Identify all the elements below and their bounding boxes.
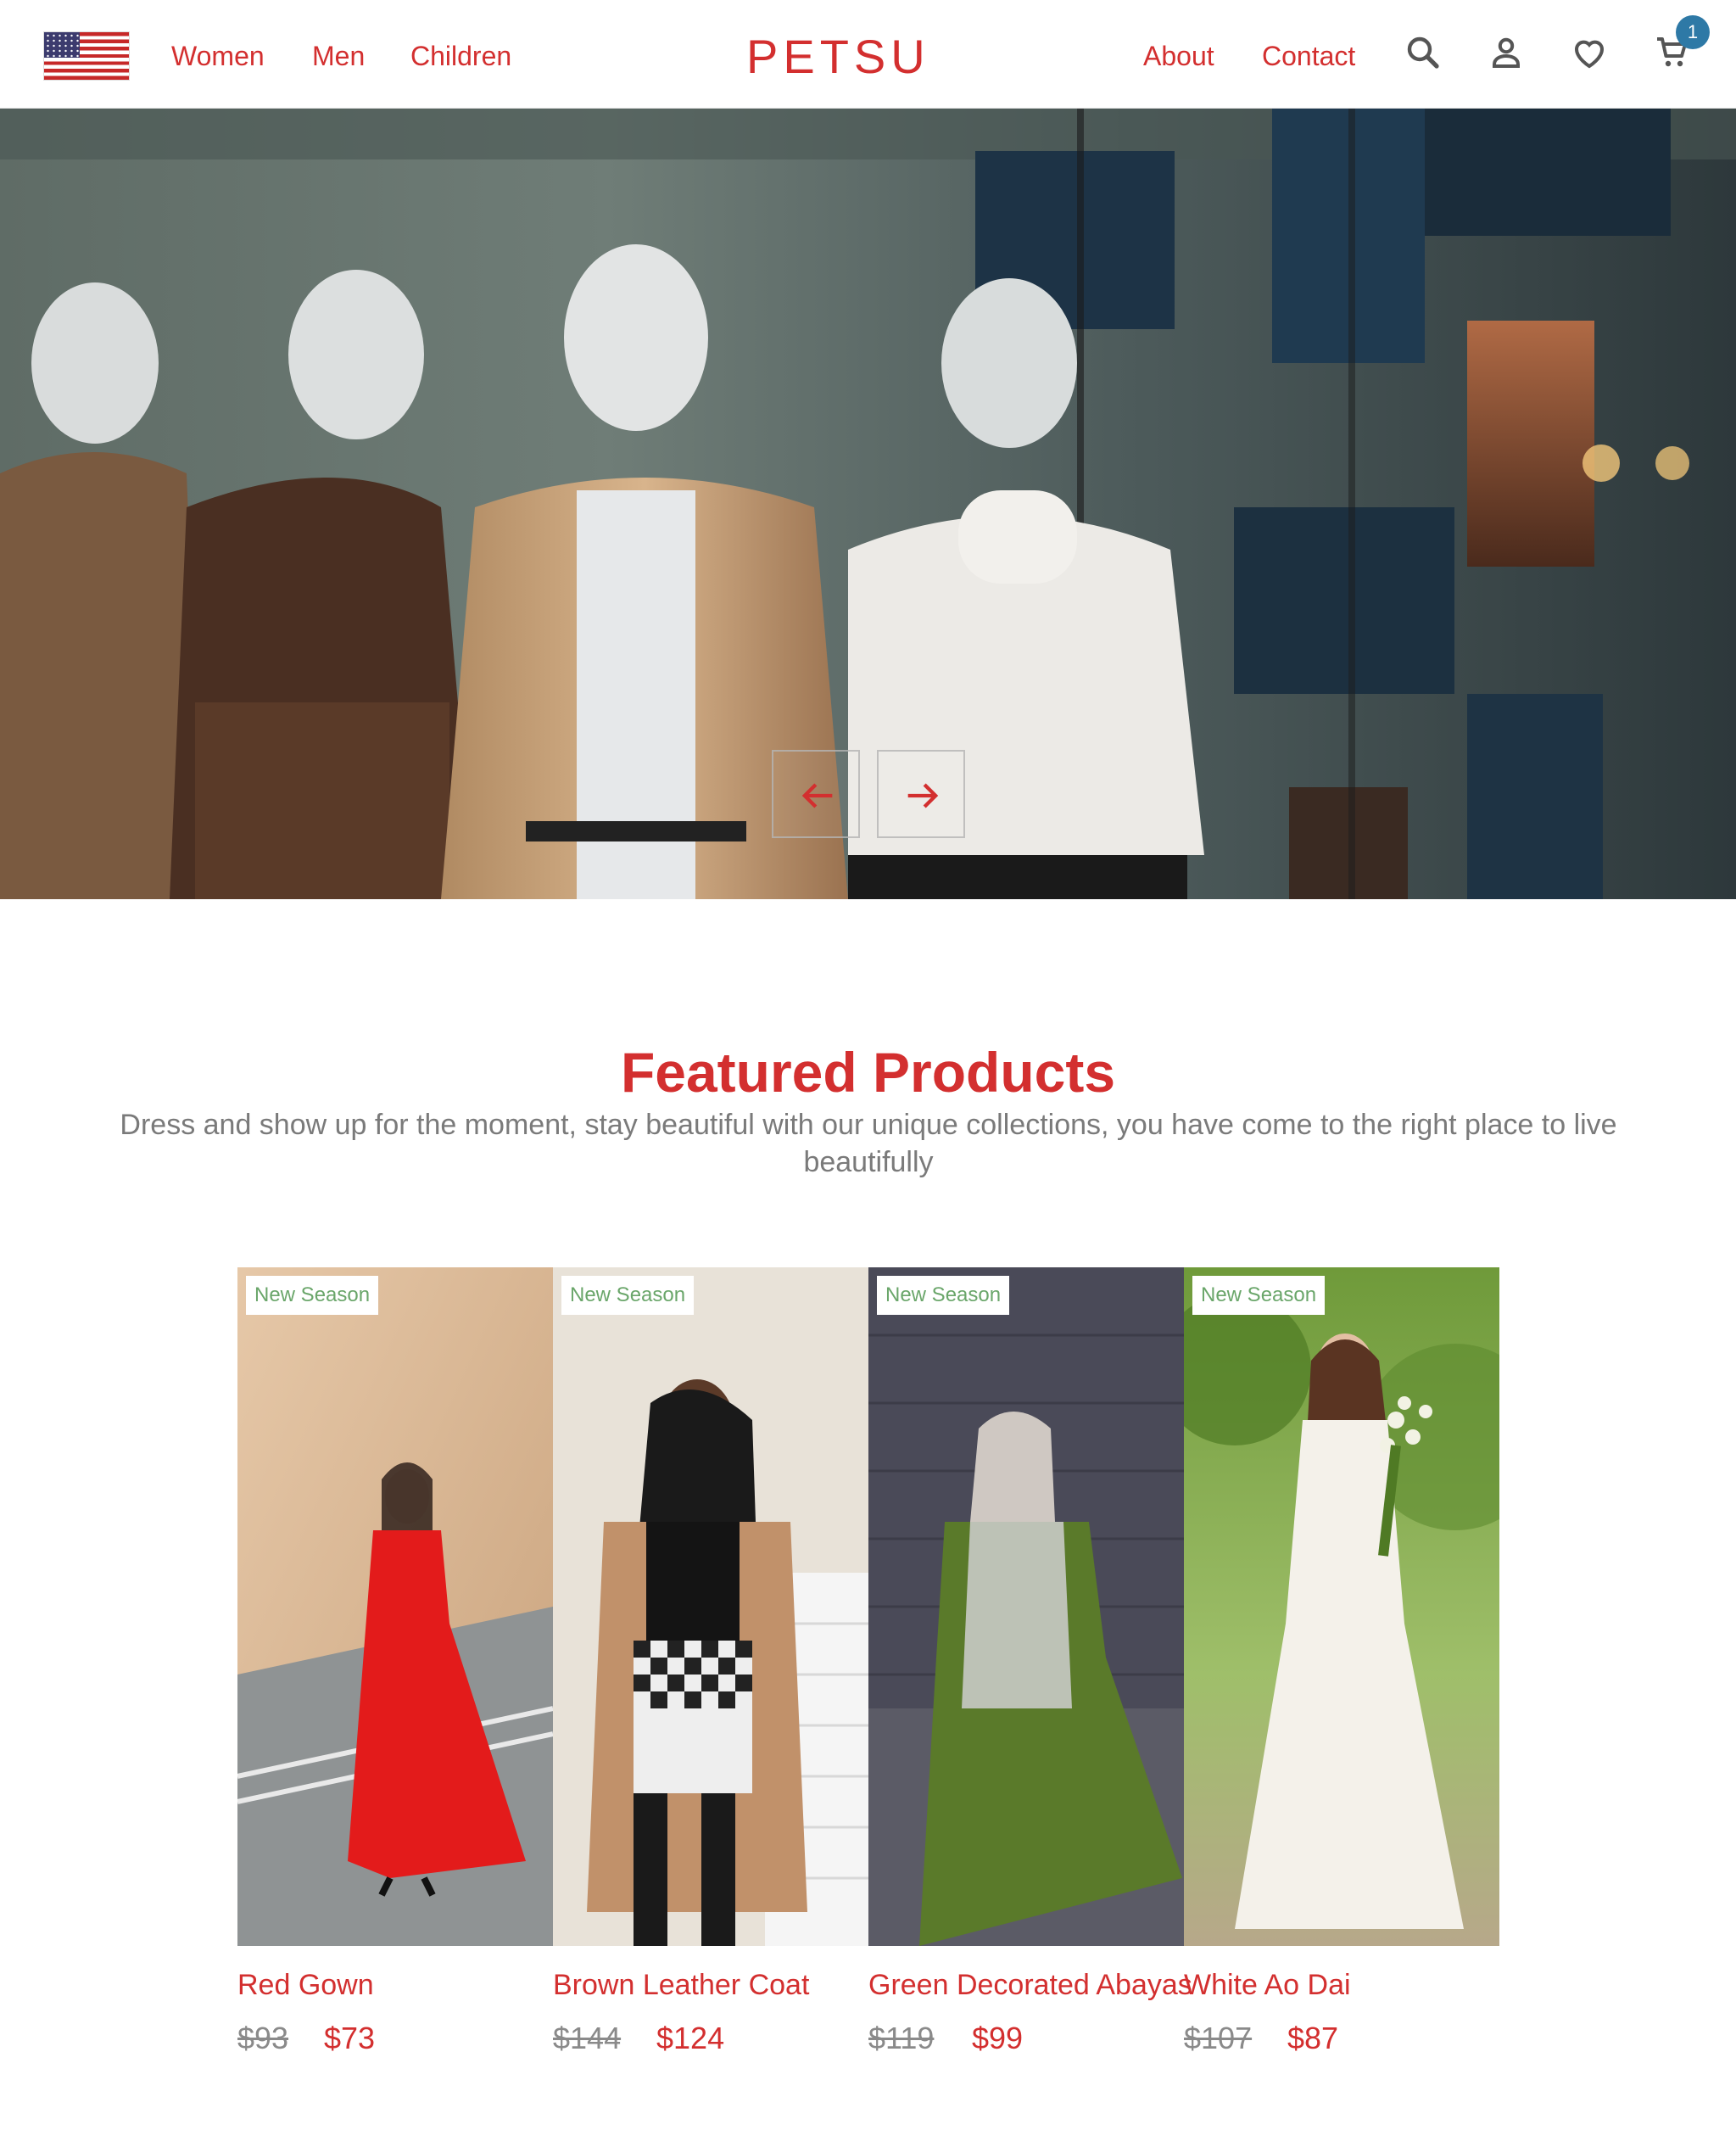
- product-old-price: $119: [868, 2021, 935, 2055]
- product-card[interactable]: New Season White Ao Dai $107 $87: [1184, 1267, 1499, 2055]
- product-card[interactable]: New Season Red Gown $93 $73: [237, 1267, 553, 2055]
- us-flag-icon[interactable]: [44, 32, 129, 80]
- nav-link-children[interactable]: Children: [410, 39, 511, 73]
- arrow-left-icon: [801, 783, 833, 808]
- product-price: $99: [972, 2021, 1024, 2055]
- hero-prev-button[interactable]: [772, 750, 860, 838]
- search-icon[interactable]: [1403, 32, 1443, 73]
- nav-link-women[interactable]: Women: [171, 39, 265, 73]
- product-name[interactable]: Red Gown: [237, 1966, 374, 2004]
- product-image[interactable]: New Season: [1184, 1267, 1499, 1946]
- product-old-price: $144: [553, 2021, 622, 2055]
- heart-icon[interactable]: [1569, 32, 1610, 73]
- product-name[interactable]: White Ao Dai: [1184, 1966, 1351, 2004]
- product-image[interactable]: New Season: [868, 1267, 1184, 1946]
- new-season-badge: New Season: [561, 1276, 695, 1315]
- product-image[interactable]: New Season: [237, 1267, 553, 1946]
- arrow-right-icon: [907, 783, 939, 808]
- new-season-badge: New Season: [1192, 1276, 1326, 1315]
- new-season-badge: New Season: [246, 1276, 379, 1315]
- featured-title: Featured Products: [620, 1041, 1116, 1104]
- product-name[interactable]: Green Decorated Abayas: [868, 1966, 1192, 2004]
- product-old-price: $93: [237, 2021, 289, 2055]
- product-card[interactable]: New Season Brown Leather Coat $144 $124: [553, 1267, 868, 2055]
- nav-link-about[interactable]: About: [1143, 39, 1214, 73]
- product-price: $87: [1287, 2021, 1339, 2055]
- nav-link-contact[interactable]: Contact: [1262, 39, 1355, 73]
- product-old-price: $107: [1184, 2021, 1253, 2055]
- top-navbar: Women Men Children PETSU About Contact 1: [0, 0, 1736, 109]
- nav-link-men[interactable]: Men: [312, 39, 365, 73]
- product-price: $73: [324, 2021, 376, 2055]
- product-name[interactable]: Brown Leather Coat: [553, 1966, 809, 2004]
- hero-banner: [0, 109, 1736, 899]
- brand-logo[interactable]: PETSU: [746, 31, 925, 83]
- product-price: $124: [656, 2021, 725, 2055]
- product-image[interactable]: New Season: [553, 1267, 868, 1946]
- hero-next-button[interactable]: [877, 750, 965, 838]
- cart-count-badge: 1: [1676, 15, 1710, 49]
- featured-description: Dress and show up for the moment, stay b…: [120, 1109, 1617, 1178]
- new-season-badge: New Season: [877, 1276, 1010, 1315]
- user-icon[interactable]: [1486, 32, 1527, 73]
- hero-image: [0, 109, 1736, 899]
- product-card[interactable]: New Season Green Decorated Abayas $119 $…: [868, 1267, 1192, 2055]
